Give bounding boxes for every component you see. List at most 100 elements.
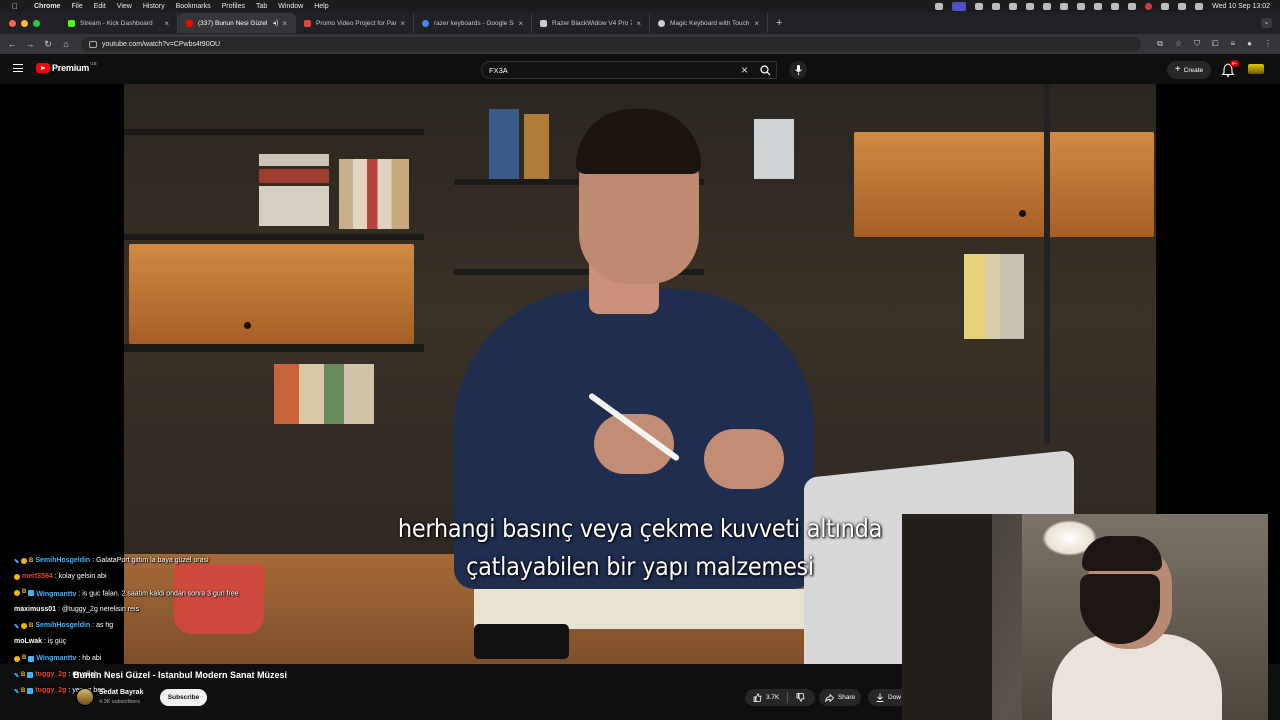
menu-help[interactable]: Help [314, 3, 328, 10]
display-icon[interactable] [992, 2, 1001, 10]
forward-arrow-icon[interactable]: → [21, 39, 39, 49]
menu-view[interactable]: View [117, 3, 132, 10]
tab-search-chevron-icon[interactable]: ⌄ [1261, 18, 1272, 28]
close-tab-icon[interactable]: × [636, 19, 641, 28]
bluetooth-icon[interactable] [1060, 2, 1069, 10]
address-bar[interactable]: youtube.com/watch?v=CPwbs4t90OU [81, 36, 1141, 52]
battery-icon[interactable] [1128, 2, 1137, 10]
tab-magic-keyboard[interactable]: Magic Keyboard with Touch I × [650, 13, 768, 33]
tab-google-search[interactable]: razer keyboards - Google Se × [414, 13, 532, 33]
chat-badges: B [14, 587, 35, 598]
profile-avatar-icon[interactable]: ● [1247, 39, 1252, 49]
tab-title: Stream - Kick Dashboard [80, 19, 153, 27]
menu-clock[interactable]: Wed 10 Sep 13:02 [1212, 3, 1270, 10]
menu-file[interactable]: File [71, 3, 82, 10]
speaker-icon[interactable]: ◂) [272, 19, 278, 27]
apple-icon[interactable]:  [10, 1, 20, 11]
volume-icon[interactable] [1043, 2, 1052, 10]
tab-title: (337) Bunun Nesi Güzel [198, 19, 268, 27]
b-badge-icon: B [21, 671, 26, 678]
webcam-overlay [902, 514, 1268, 720]
browser-toolbar: ← → ↻ ⌂ youtube.com/watch?v=CPwbs4t90OU … [0, 34, 1280, 54]
reload-icon[interactable]: ↻ [39, 39, 57, 50]
minimize-window-icon[interactable] [21, 19, 28, 27]
bolt-icon[interactable] [1077, 2, 1086, 10]
chat-message: mert3564: kolay gelsin abi [14, 569, 284, 585]
back-arrow-icon[interactable]: ← [3, 39, 21, 49]
chat-username: SemihHosgeldin [35, 557, 91, 564]
install-app-icon[interactable]: ⧉ [1157, 39, 1163, 49]
music-icon[interactable] [1111, 2, 1120, 10]
chat-badges: B [14, 667, 34, 683]
gauge-icon[interactable] [935, 2, 944, 10]
close-tab-icon[interactable]: × [400, 19, 405, 28]
chat-text: iş güç [47, 638, 67, 646]
close-tab-icon[interactable]: × [754, 19, 759, 28]
extensions-puzzle-icon[interactable]: ⧠ [1212, 39, 1218, 49]
close-tab-icon[interactable]: × [164, 19, 169, 28]
youtube-favicon-icon [186, 19, 193, 27]
books-row [274, 364, 374, 424]
chrome-menu-icon[interactable]: ⋮ [1264, 39, 1272, 49]
menu-window[interactable]: Window [278, 3, 303, 10]
site-info-icon[interactable] [89, 40, 97, 48]
tab-youtube-active[interactable]: (337) Bunun Nesi Güzel ◂) × [178, 13, 296, 33]
siri-icon[interactable] [1195, 2, 1204, 10]
menu-app-name[interactable]: Chrome [34, 3, 60, 10]
close-tab-icon[interactable]: × [518, 19, 523, 28]
chat-message: B SemihHosgeldin: GalataPort gittim la b… [14, 553, 284, 569]
menu-bookmarks[interactable]: Bookmarks [176, 3, 211, 10]
youtube-premium-logo[interactable]: Premium GB [36, 61, 97, 73]
chat-username: tuggy_2g [35, 670, 67, 678]
voice-search-button[interactable] [789, 61, 807, 79]
chat-message: B Wingmanttv: hb abi [14, 651, 284, 667]
shield-extension-icon[interactable]: ⛉ [1194, 39, 1200, 49]
tab-title: razer keyboards - Google Se [434, 19, 515, 27]
url-text[interactable]: youtube.com/watch?v=CPwbs4t90OU [102, 41, 220, 48]
chat-message: maximuss01: @tuggy_2g nerelisin reis [14, 602, 284, 618]
search-input-value[interactable]: FX3A [489, 66, 741, 75]
cast-icon[interactable] [975, 2, 984, 10]
b-badge-icon: B [21, 687, 26, 694]
like-button[interactable]: 3.7K [745, 689, 787, 706]
close-window-icon[interactable] [9, 19, 16, 27]
create-button[interactable]: + Create [1167, 61, 1211, 79]
video-title: Bunun Nesi Güzel - Istanbul Modern Sanat… [73, 670, 288, 680]
share-button[interactable]: Share [819, 689, 861, 706]
media-controls-icon[interactable]: ≡ [1230, 39, 1235, 49]
macos-menu-bar:  Chrome File Edit View History Bookmark… [0, 0, 1280, 12]
account-avatar[interactable] [1248, 64, 1264, 74]
tab-razer-blackwidow[interactable]: Razer BlackWidow V4 Pro 75 × [532, 13, 650, 33]
menu-history[interactable]: History [143, 3, 165, 10]
close-tab-icon[interactable]: × [282, 19, 287, 28]
chat-badges [14, 569, 20, 585]
control-center-icon[interactable] [1178, 2, 1187, 10]
menu-profiles[interactable]: Profiles [222, 3, 245, 10]
record-icon[interactable] [1145, 2, 1153, 10]
chat-username: tuggy_2g [35, 686, 67, 694]
gold-badge-icon [14, 589, 20, 596]
menu-tab[interactable]: Tab [256, 3, 267, 10]
subscribe-button[interactable]: Subscribe [160, 689, 207, 706]
screen-share-icon[interactable] [952, 1, 967, 11]
eye-icon[interactable] [1009, 2, 1018, 10]
spotlight-search-icon[interactable] [1161, 2, 1170, 10]
tab-kick-dashboard[interactable]: Stream - Kick Dashboard × [60, 13, 178, 33]
youtube-play-logo-icon [36, 63, 50, 73]
new-tab-icon[interactable]: + [776, 17, 782, 29]
search-input[interactable]: FX3A × [481, 61, 777, 79]
play-icon[interactable] [1026, 2, 1035, 10]
hamburger-menu-icon[interactable] [13, 64, 23, 72]
tab-promo-video[interactable]: Promo Video Project for Park × [296, 13, 414, 33]
wifi-icon[interactable] [1094, 2, 1103, 10]
zoom-window-icon[interactable] [33, 19, 40, 27]
home-icon[interactable]: ⌂ [57, 39, 75, 49]
search-button[interactable] [751, 61, 779, 79]
channel-avatar[interactable] [76, 688, 94, 706]
channel-name[interactable]: Sedat Bayrak [99, 689, 143, 696]
chat-username: mert3564 [22, 573, 53, 581]
dislike-button[interactable] [788, 689, 813, 706]
clear-search-icon[interactable]: × [741, 63, 748, 77]
bookmark-star-icon[interactable]: ☆ [1175, 39, 1182, 49]
menu-edit[interactable]: Edit [94, 3, 106, 10]
